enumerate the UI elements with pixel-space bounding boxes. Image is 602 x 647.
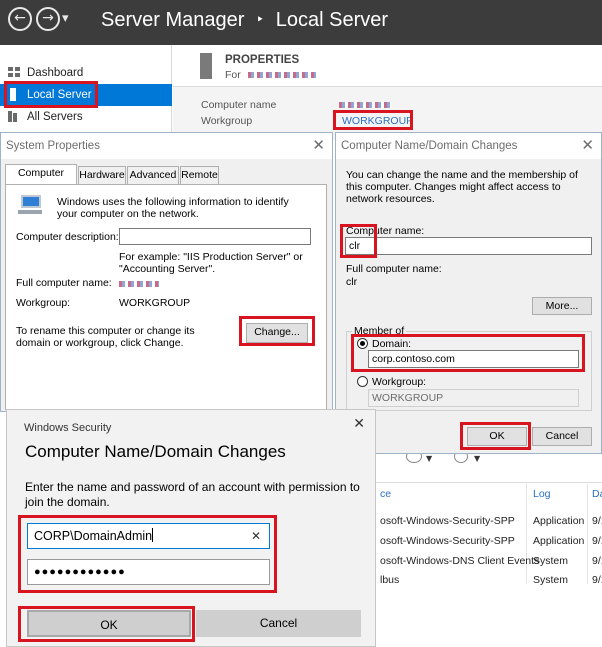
properties-title: PROPERTIES (225, 54, 300, 66)
properties-panel: PROPERTIES For Computer name Workgroup W… (173, 45, 602, 140)
chevron-down-icon[interactable]: ▼ (474, 454, 480, 463)
password-value: ●●●●●●●●●●●● (34, 566, 126, 578)
window-title: Computer Name/Domain Changes (341, 140, 518, 152)
change-button[interactable]: Change... (246, 323, 308, 343)
dialog-heading: Computer Name/Domain Changes (25, 442, 286, 461)
table-row-source[interactable]: lbus (380, 574, 399, 586)
tab-remote[interactable]: Remote (180, 166, 219, 184)
domain-input[interactable]: corp.contoso.com (368, 350, 579, 368)
ok-button[interactable]: OK (27, 610, 191, 637)
more-button[interactable]: More... (532, 297, 592, 315)
table-row-source[interactable]: osoft-Windows-Security-SPP (380, 515, 515, 527)
server-manager-titlebar: ← → ▾ Server Manager ‣ Local Server (0, 0, 602, 45)
dialog-header: Windows Security (24, 422, 112, 434)
text-cursor (152, 528, 154, 542)
cancel-button[interactable]: Cancel (532, 427, 592, 446)
name-changes-dialog: Computer Name/Domain Changes ✕ You can c… (335, 132, 602, 454)
tab-panel: Windows uses the following information t… (5, 184, 327, 410)
sidebar-item-label: Local Server (27, 89, 92, 101)
window-title: System Properties (6, 140, 100, 152)
sidebar-item-dashboard[interactable]: Dashboard (0, 62, 172, 84)
breadcrumb: Server Manager ‣ Local Server (101, 9, 388, 32)
column-source[interactable]: ce (380, 488, 391, 500)
workgroup-label: Workgroup: (16, 297, 71, 309)
password-input[interactable]: ●●●●●●●●●●●● (27, 559, 270, 585)
table-row-date[interactable]: 9/1 (592, 535, 602, 547)
table-row-log[interactable]: System (533, 574, 568, 586)
breadcrumb-separator-icon: ‣ (255, 11, 265, 27)
system-properties-dialog: System Properties ✕ Computer Name Hardwa… (0, 132, 333, 412)
computer-icon (17, 195, 43, 215)
server-icon (10, 88, 16, 101)
chevron-down-icon[interactable]: ▼ (426, 454, 432, 463)
sidebar-item-label: All Servers (27, 111, 83, 123)
username-value: CORP\DomainAdmin (34, 529, 153, 543)
full-computer-name-label: Full computer name: (346, 263, 442, 275)
domain-label: Domain: (372, 338, 412, 350)
name-changes-titlebar: Computer Name/Domain Changes ✕ (336, 133, 601, 159)
dashboard-icon (8, 67, 21, 78)
workgroup-label: Workgroup: (372, 376, 427, 388)
info-text: Windows uses the following information t… (57, 196, 289, 220)
full-computer-name-value: clr (346, 276, 358, 288)
windows-security-dialog: Windows Security ✕ Computer Name/Domain … (6, 409, 376, 647)
computer-description-input[interactable] (119, 228, 311, 245)
workgroup-input[interactable]: WORKGROUP (368, 389, 579, 407)
workgroup-label: Workgroup (201, 115, 253, 127)
rename-instructions: To rename this computer or change its do… (16, 325, 195, 349)
domain-radio[interactable] (357, 338, 368, 349)
sidebar-item-label: Dashboard (27, 67, 84, 79)
tab-advanced[interactable]: Advanced (127, 166, 179, 184)
description-example: For example: "IIS Production Server" or … (119, 251, 303, 275)
properties-for: For (225, 69, 316, 81)
table-row-log[interactable]: System (533, 555, 568, 567)
breadcrumb-root[interactable]: Server Manager (101, 9, 244, 31)
dialog-description: Enter the name and password of an accoun… (25, 480, 360, 509)
close-icon[interactable]: ✕ (353, 416, 365, 432)
nav-dropdown-icon[interactable]: ▾ (62, 11, 69, 26)
ok-button[interactable]: OK (467, 427, 527, 446)
table-row-source[interactable]: osoft-Windows-Security-SPP (380, 535, 515, 547)
full-computer-name-value (119, 278, 159, 290)
close-icon[interactable]: ✕ (581, 136, 594, 154)
system-properties-titlebar: System Properties ✕ (1, 133, 332, 159)
workgroup-value: WORKGROUP (119, 297, 191, 309)
computer-description-label: Computer description: (16, 231, 119, 243)
forward-icon[interactable]: → (36, 7, 60, 31)
server-manager-sidebar: Dashboard Local Server All Servers (0, 45, 172, 140)
info-text: You can change the name and the membersh… (346, 169, 578, 205)
computer-name-input[interactable]: clr (345, 237, 592, 255)
back-icon[interactable]: ← (8, 7, 32, 31)
cancel-button[interactable]: Cancel (196, 610, 361, 637)
close-icon[interactable]: ✕ (312, 136, 325, 154)
redacted-server-name (247, 72, 316, 79)
tab-computer-name[interactable]: Computer Name (5, 164, 77, 196)
table-row-log[interactable]: Application (533, 515, 584, 527)
table-row-log[interactable]: Application (533, 535, 584, 547)
properties-header: PROPERTIES For (173, 45, 602, 87)
table-row-date[interactable]: 9/1 (592, 574, 602, 586)
table-row-date[interactable]: 9/1 (592, 555, 602, 567)
sidebar-item-local-server[interactable]: Local Server (0, 84, 172, 106)
username-input[interactable]: CORP\DomainAdmin ✕ (27, 523, 270, 549)
events-table: ▼ ▼ ce Log Da osoft-Windows-Security-SPP… (376, 440, 602, 647)
computer-name-label: Computer name (201, 99, 277, 111)
computer-name-value[interactable] (339, 99, 391, 111)
server-tile-icon (200, 53, 212, 79)
column-log[interactable]: Log (533, 488, 551, 500)
tab-hardware[interactable]: Hardware (78, 166, 126, 184)
table-row-source[interactable]: osoft-Windows-DNS Client Events (380, 555, 539, 567)
member-of-legend: Member of (352, 325, 407, 337)
workgroup-link[interactable]: WORKGROUP (342, 115, 413, 127)
table-row-date[interactable]: 9/1 (592, 515, 602, 527)
servers-icon (8, 111, 21, 122)
sidebar-item-all-servers[interactable]: All Servers (0, 106, 172, 128)
workgroup-radio[interactable] (357, 376, 368, 387)
breadcrumb-current: Local Server (275, 9, 389, 31)
full-computer-name-label: Full computer name: (16, 277, 112, 289)
column-date[interactable]: Da (592, 488, 602, 500)
clear-icon[interactable]: ✕ (251, 524, 261, 548)
computer-name-label: Computer name: (346, 225, 425, 237)
